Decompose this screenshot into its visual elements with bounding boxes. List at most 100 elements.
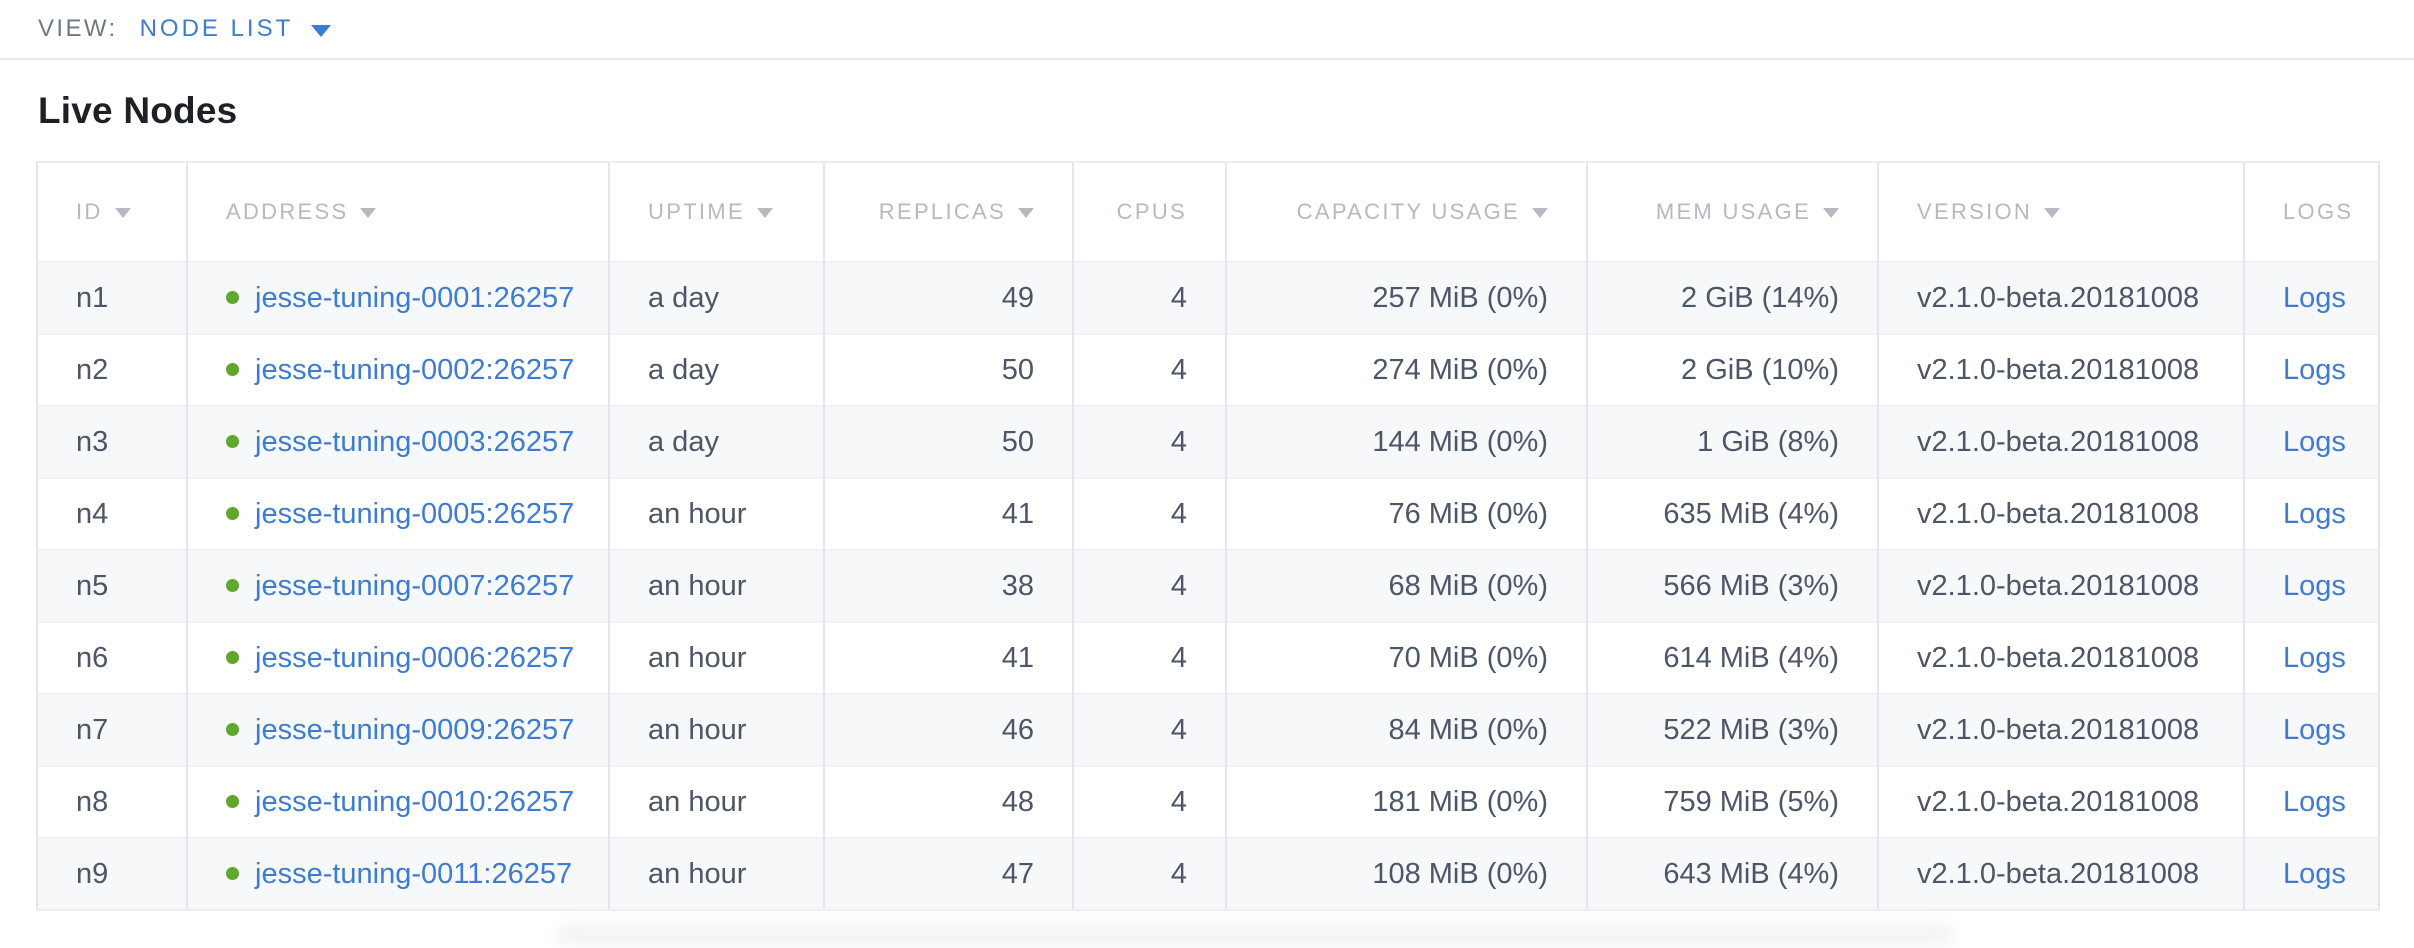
- table-row: n9jesse-tuning-0011:26257an hour474108 M…: [37, 838, 2379, 910]
- logs-link[interactable]: Logs: [2283, 354, 2346, 386]
- column-header-id[interactable]: ID: [37, 162, 187, 262]
- node-address-link[interactable]: jesse-tuning-0010:26257: [255, 786, 574, 818]
- column-header-capacity[interactable]: CAPACITY USAGE: [1226, 162, 1587, 262]
- node-live-status-icon: [226, 579, 239, 592]
- cell-id: n3: [37, 406, 187, 478]
- cell-mem: 566 MiB (3%): [1587, 550, 1878, 622]
- node-live-status-icon: [226, 363, 239, 376]
- logs-link[interactable]: Logs: [2283, 858, 2346, 890]
- cell-replicas: 49: [824, 262, 1073, 334]
- cell-cpus: 4: [1073, 766, 1226, 838]
- cell-mem: 2 GiB (14%): [1587, 262, 1878, 334]
- sort-desc-icon: [360, 208, 376, 218]
- cell-capacity: 257 MiB (0%): [1226, 262, 1587, 334]
- logs-link[interactable]: Logs: [2283, 498, 2346, 530]
- logs-link[interactable]: Logs: [2283, 570, 2346, 602]
- cell-address: jesse-tuning-0007:26257: [187, 550, 609, 622]
- table-row: n8jesse-tuning-0010:26257an hour484181 M…: [37, 766, 2379, 838]
- cell-replicas: 38: [824, 550, 1073, 622]
- column-header-address[interactable]: ADDRESS: [187, 162, 609, 262]
- cell-mem: 2 GiB (10%): [1587, 334, 1878, 406]
- column-header-label: UPTIME: [648, 199, 745, 224]
- cell-cpus: 4: [1073, 622, 1226, 694]
- node-live-status-icon: [226, 795, 239, 808]
- cell-version: v2.1.0-beta.20181008: [1878, 406, 2244, 478]
- table-row: n3jesse-tuning-0003:26257a day504144 MiB…: [37, 406, 2379, 478]
- cell-address: jesse-tuning-0009:26257: [187, 694, 609, 766]
- cell-uptime: a day: [609, 334, 824, 406]
- logs-link[interactable]: Logs: [2283, 642, 2346, 674]
- column-header-label: LOGS: [2283, 199, 2353, 224]
- sort-desc-icon: [757, 208, 773, 218]
- cell-cpus: 4: [1073, 478, 1226, 550]
- column-header-uptime[interactable]: UPTIME: [609, 162, 824, 262]
- node-address-link[interactable]: jesse-tuning-0002:26257: [255, 354, 574, 386]
- node-address-link[interactable]: jesse-tuning-0003:26257: [255, 426, 574, 458]
- cell-capacity: 84 MiB (0%): [1226, 694, 1587, 766]
- cell-id: n2: [37, 334, 187, 406]
- column-header-replicas[interactable]: REPLICAS: [824, 162, 1073, 262]
- node-live-status-icon: [226, 507, 239, 520]
- cell-mem: 522 MiB (3%): [1587, 694, 1878, 766]
- column-header-mem[interactable]: MEM USAGE: [1587, 162, 1878, 262]
- table-row: n7jesse-tuning-0009:26257an hour46484 Mi…: [37, 694, 2379, 766]
- chevron-down-icon: [311, 25, 331, 37]
- cell-id: n8: [37, 766, 187, 838]
- cell-address: jesse-tuning-0011:26257: [187, 838, 609, 910]
- cell-id: n4: [37, 478, 187, 550]
- node-address-link[interactable]: jesse-tuning-0006:26257: [255, 642, 574, 674]
- node-address-link[interactable]: jesse-tuning-0009:26257: [255, 714, 574, 746]
- cell-id: n9: [37, 838, 187, 910]
- node-address-link[interactable]: jesse-tuning-0001:26257: [255, 282, 574, 314]
- column-header-label: VERSION: [1917, 199, 2032, 224]
- cell-mem: 614 MiB (4%): [1587, 622, 1878, 694]
- column-header-label: CAPACITY USAGE: [1297, 199, 1520, 224]
- column-header-cpus: CPUS: [1073, 162, 1226, 262]
- node-address-link[interactable]: jesse-tuning-0007:26257: [255, 570, 574, 602]
- node-address-link[interactable]: jesse-tuning-0005:26257: [255, 498, 574, 530]
- column-header-version[interactable]: VERSION: [1878, 162, 2244, 262]
- column-header-label: ADDRESS: [226, 199, 348, 224]
- logs-link[interactable]: Logs: [2283, 282, 2346, 314]
- cell-version: v2.1.0-beta.20181008: [1878, 694, 2244, 766]
- cell-id: n7: [37, 694, 187, 766]
- sort-desc-icon: [115, 208, 131, 218]
- cell-replicas: 47: [824, 838, 1073, 910]
- cell-version: v2.1.0-beta.20181008: [1878, 550, 2244, 622]
- logs-link[interactable]: Logs: [2283, 426, 2346, 458]
- bottom-shadow: [555, 924, 1955, 946]
- view-selector-dropdown[interactable]: NODE LIST: [140, 15, 332, 43]
- cell-logs: Logs: [2244, 766, 2379, 838]
- cell-capacity: 181 MiB (0%): [1226, 766, 1587, 838]
- column-header-label: REPLICAS: [879, 199, 1006, 224]
- table-row: n6jesse-tuning-0006:26257an hour41470 Mi…: [37, 622, 2379, 694]
- cell-uptime: an hour: [609, 478, 824, 550]
- table-row: n4jesse-tuning-0005:26257an hour41476 Mi…: [37, 478, 2379, 550]
- logs-link[interactable]: Logs: [2283, 786, 2346, 818]
- node-live-status-icon: [226, 723, 239, 736]
- table-header-row: ID ADDRESS UPTIME REPLICAS CPUS CAPACITY USAG…: [37, 162, 2379, 262]
- cell-version: v2.1.0-beta.20181008: [1878, 478, 2244, 550]
- cell-uptime: an hour: [609, 694, 824, 766]
- cell-cpus: 4: [1073, 334, 1226, 406]
- cell-uptime: an hour: [609, 622, 824, 694]
- column-header-label: ID: [76, 199, 103, 224]
- node-address-link[interactable]: jesse-tuning-0011:26257: [255, 858, 572, 890]
- view-bar: VIEW: NODE LIST: [0, 0, 2414, 60]
- cell-uptime: an hour: [609, 766, 824, 838]
- cell-logs: Logs: [2244, 838, 2379, 910]
- cell-mem: 1 GiB (8%): [1587, 406, 1878, 478]
- live-nodes-table: ID ADDRESS UPTIME REPLICAS CPUS CAPACITY USAG…: [36, 161, 2380, 911]
- cell-capacity: 70 MiB (0%): [1226, 622, 1587, 694]
- cell-logs: Logs: [2244, 262, 2379, 334]
- column-header-label: MEM USAGE: [1656, 199, 1811, 224]
- sort-desc-icon: [1532, 208, 1548, 218]
- logs-link[interactable]: Logs: [2283, 714, 2346, 746]
- cell-address: jesse-tuning-0003:26257: [187, 406, 609, 478]
- cell-address: jesse-tuning-0006:26257: [187, 622, 609, 694]
- cell-mem: 635 MiB (4%): [1587, 478, 1878, 550]
- node-live-status-icon: [226, 435, 239, 448]
- cell-logs: Logs: [2244, 622, 2379, 694]
- cell-cpus: 4: [1073, 550, 1226, 622]
- cell-version: v2.1.0-beta.20181008: [1878, 766, 2244, 838]
